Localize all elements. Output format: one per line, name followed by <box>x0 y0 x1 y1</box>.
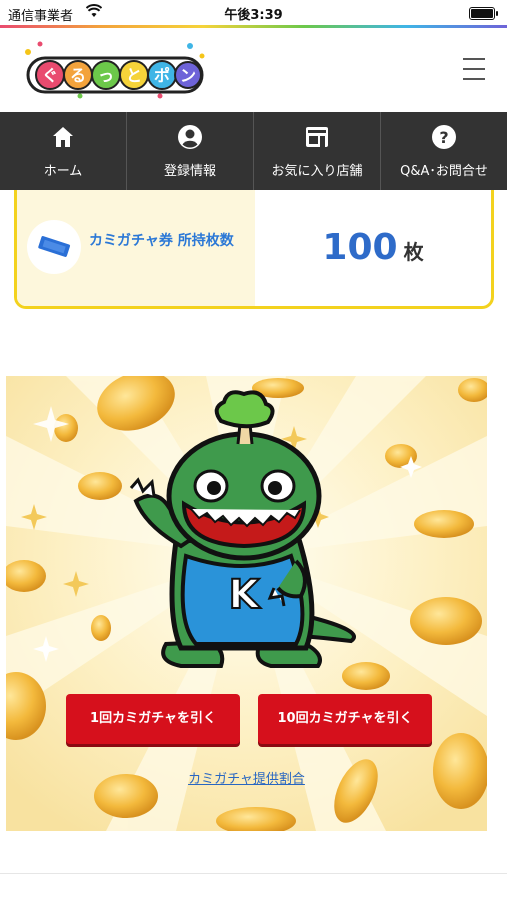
ticket-count-area: 100 枚 <box>255 190 491 306</box>
svg-text:ン: ン <box>180 66 196 85</box>
ticket-icon <box>27 220 81 274</box>
nav-item-home[interactable]: ホーム <box>0 112 127 190</box>
hamburger-menu-icon[interactable] <box>463 56 485 82</box>
ticket-label-area: カミガチャ券 所持枚数 <box>17 190 255 306</box>
nav-item-label: 登録情報 <box>163 164 216 179</box>
ticket-count-card: カミガチャ券 所持枚数 100 枚 <box>14 190 494 309</box>
footer-divider <box>0 873 507 874</box>
help-icon: ? <box>431 124 457 150</box>
user-icon <box>177 124 203 150</box>
draw-once-button[interactable]: 1回カミガチャを引く <box>66 694 240 744</box>
draw-ten-button[interactable]: 10回カミガチャを引く <box>258 694 432 744</box>
stage-background: K <box>6 376 487 831</box>
svg-text:ポ: ポ <box>154 66 170 85</box>
app-logo[interactable]: ぐ る っ と ポ ン <box>20 38 210 102</box>
app-header: ぐ る っ と ポ ン <box>0 28 507 112</box>
nav-item-favorites[interactable]: お気に入り店舗 <box>254 112 381 190</box>
status-bar: 通信事業者 午後3:39 <box>0 0 507 26</box>
svg-text:ぐ: ぐ <box>42 66 58 85</box>
shirt-letter: K <box>229 572 262 618</box>
svg-text:?: ? <box>439 128 448 147</box>
status-time: 午後3:39 <box>224 8 283 23</box>
nav-item-label: お気に入り店舗 <box>271 164 363 179</box>
ticket-count: 100 <box>322 227 398 268</box>
nav-item-label: ホーム <box>43 164 83 179</box>
gacha-rate-link[interactable]: カミガチャ提供割合 <box>6 768 487 787</box>
nav-item-help[interactable]: ? Q&A･お問合せ <box>381 112 507 190</box>
home-icon <box>50 124 76 150</box>
nav-item-profile[interactable]: 登録情報 <box>127 112 254 190</box>
main-nav: ホーム 登録情報 お気に入り店舗 ? Q&A･お問合せ <box>0 112 507 190</box>
ticket-label: カミガチャ券 所持枚数 <box>89 233 234 249</box>
nav-item-label: Q&A･お問合せ <box>400 164 488 179</box>
svg-text:と: と <box>126 66 142 85</box>
battery-icon <box>469 7 498 20</box>
svg-text:っ: っ <box>98 66 114 85</box>
shop-icon <box>304 124 330 150</box>
ticket-unit: 枚 <box>403 240 424 264</box>
svg-text:る: る <box>70 66 86 85</box>
gacha-stage: K 1回カミガチャを引く 10回カミガチャを引く カミガチャ提供割合 <box>6 376 487 831</box>
